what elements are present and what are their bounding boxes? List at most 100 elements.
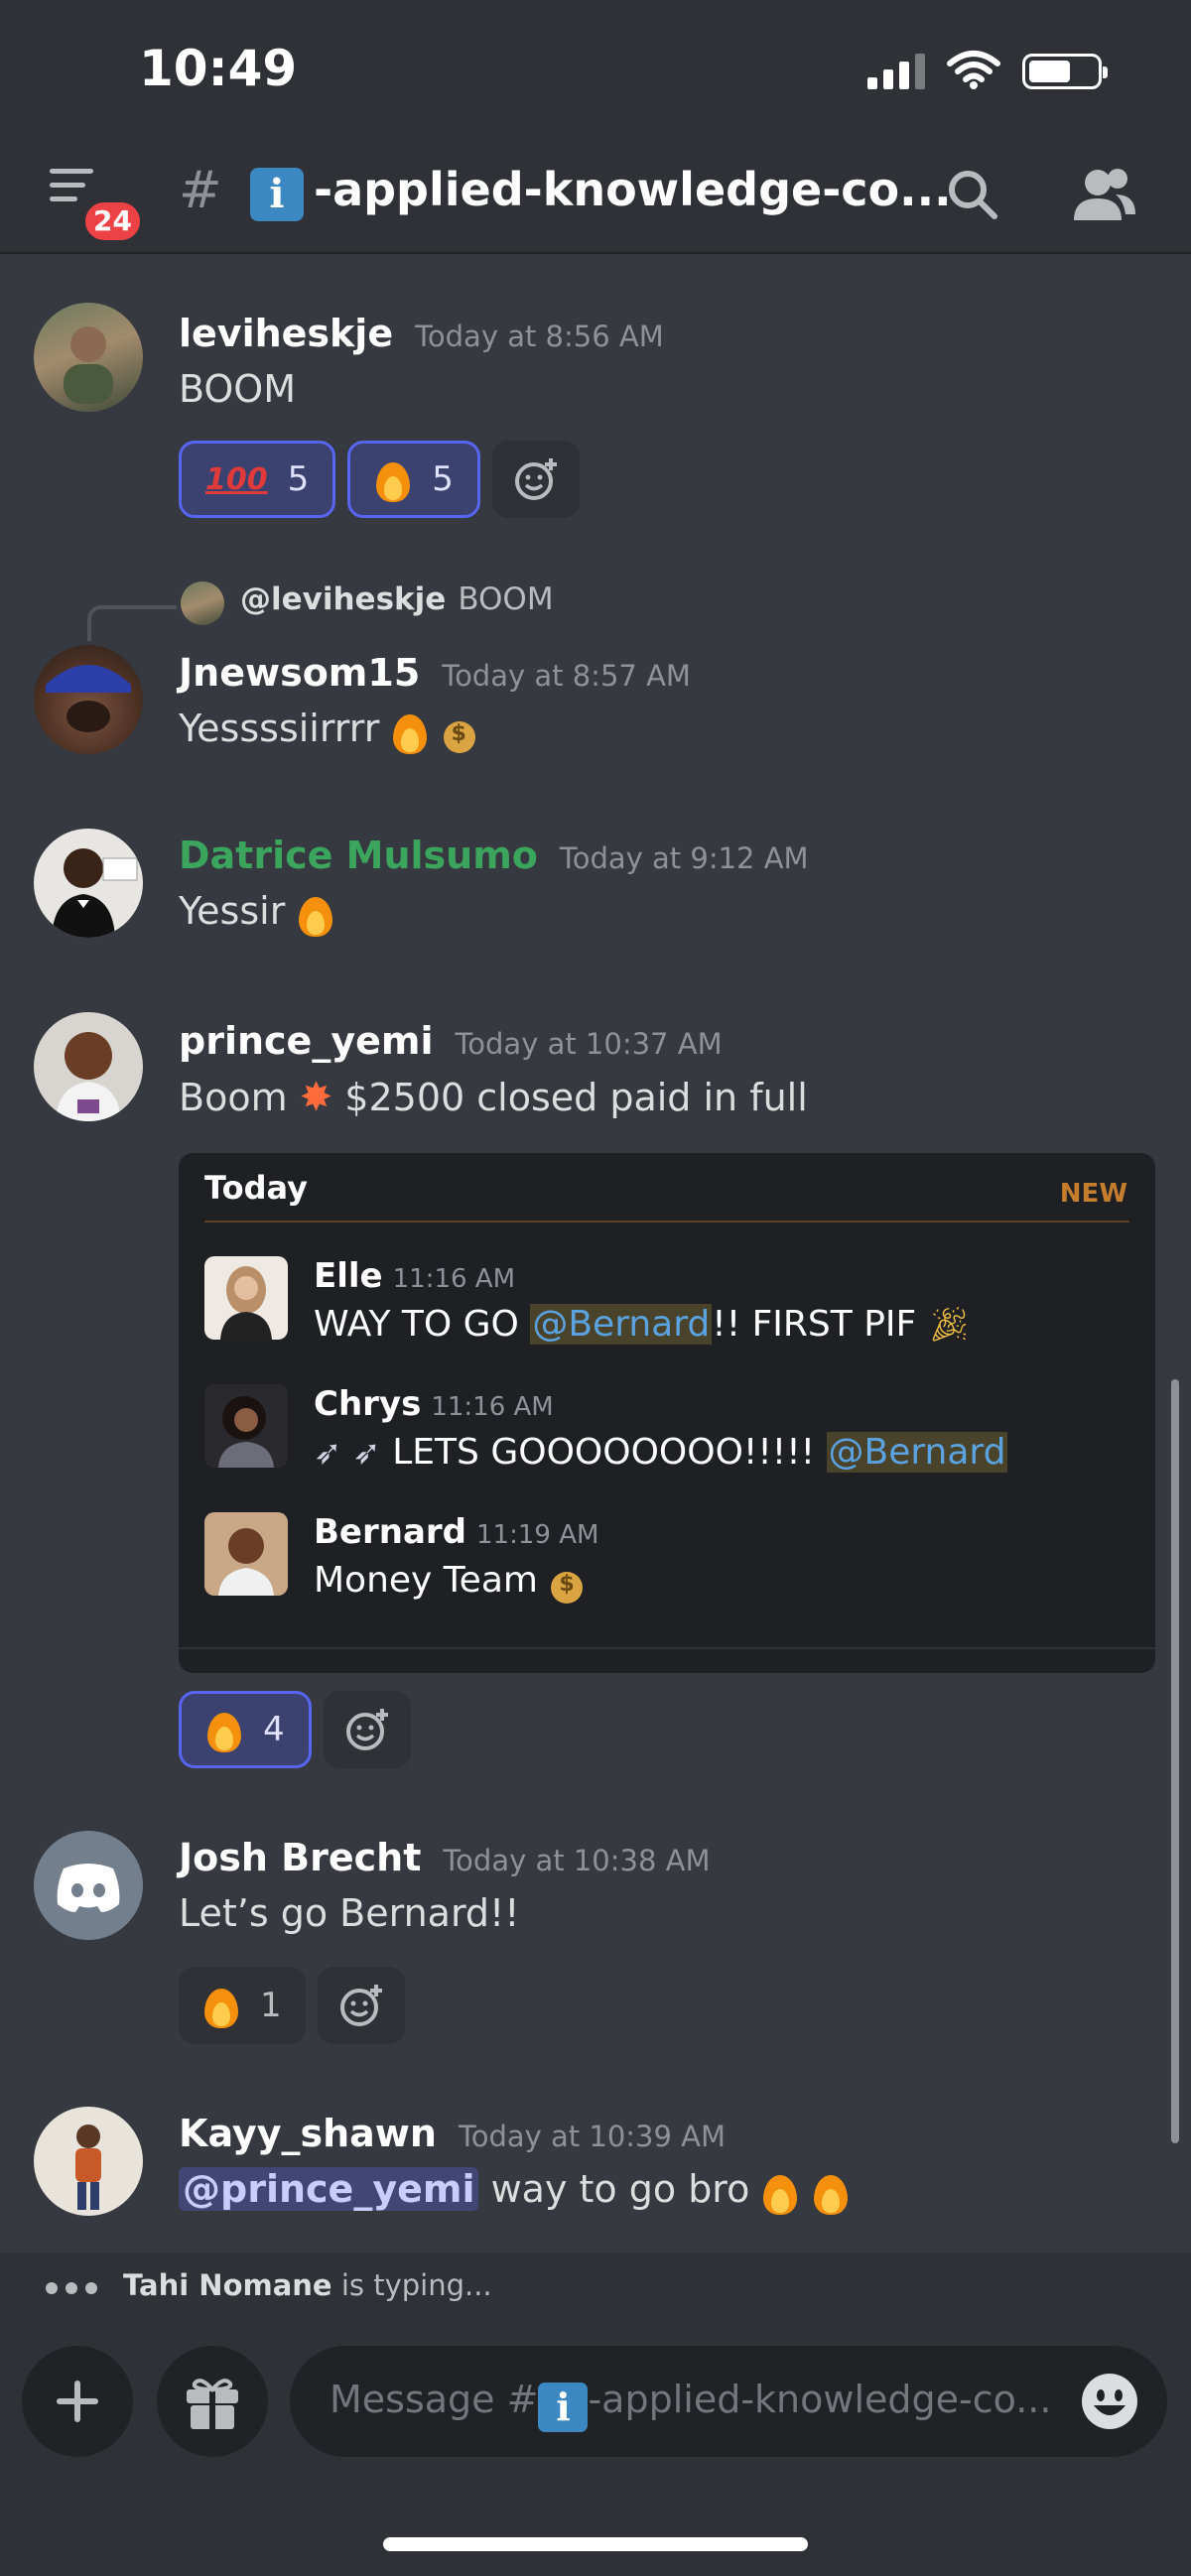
fire-icon xyxy=(761,2169,799,2215)
menu-button[interactable]: 24 xyxy=(50,169,144,244)
fire-icon xyxy=(297,891,334,937)
fire-icon xyxy=(202,1983,240,2028)
timestamp: Today at 8:56 AM xyxy=(415,320,664,353)
avatar xyxy=(204,1384,288,1468)
message-datrice[interactable]: Datrice Mulsumo Today at 9:12 AM Yessir xyxy=(0,824,1191,972)
fire-icon xyxy=(374,456,412,502)
unread-badge: 24 xyxy=(81,198,144,244)
message-jnewsom15[interactable]: @leviheskje BOOM Jnewsom15 Today at 8:57 A… xyxy=(0,576,1191,774)
add-reaction-button[interactable] xyxy=(323,1691,411,1768)
message-text: Yessssiirrrr xyxy=(179,707,477,754)
add-attachment-button[interactable] xyxy=(22,2346,133,2457)
add-reaction-button[interactable] xyxy=(491,441,580,518)
new-divider xyxy=(204,1221,1129,1223)
party-popper-icon: 🎉︎ xyxy=(927,1305,971,1345)
mention[interactable]: @prince_yemi xyxy=(179,2167,479,2211)
reaction-100[interactable]: 100 5 xyxy=(179,441,336,518)
status-time: 10:49 xyxy=(139,40,298,97)
author-name[interactable]: Jnewsom15 Today at 8:57 AM xyxy=(179,651,691,695)
channel-name[interactable]: -applied-knowledge-co... xyxy=(314,163,952,216)
channel-hash-icon: # xyxy=(179,161,222,220)
message-text: Let’s go Bernard!! xyxy=(179,1891,520,1935)
author-name[interactable]: Kayy_shawn Today at 10:39 AM xyxy=(179,2112,726,2155)
reaction-fire[interactable]: 1 xyxy=(179,1967,306,2044)
mention: @Bernard xyxy=(826,1432,1008,1473)
message-input[interactable]: Message # i -applied-knowledge-co... xyxy=(290,2346,1167,2457)
rocket-icon: ➶ ➶ xyxy=(314,1433,381,1473)
embed-message-chrys: Chrys 11:16 AM ➶ ➶ LETS GOOOOOOOO!!!!! @B… xyxy=(204,1384,1127,1493)
author-name: Bernard 11:19 AM xyxy=(314,1512,599,1552)
author-name[interactable]: Datrice Mulsumo Today at 9:12 AM xyxy=(179,834,809,877)
timestamp: Today at 10:39 AM xyxy=(458,2120,727,2153)
scrollbar[interactable] xyxy=(1171,1379,1179,2143)
author-name[interactable]: leviheskje Today at 8:56 AM xyxy=(179,312,664,355)
embedded-image[interactable]: Today NEW Elle 11:16 AM WAY TO GO @Bernar… xyxy=(179,1153,1155,1673)
add-reaction-icon xyxy=(339,1985,382,2026)
home-indicator[interactable] xyxy=(383,2537,808,2551)
mention: @Bernard xyxy=(530,1304,713,1345)
fire-icon xyxy=(391,708,429,754)
reply-preview[interactable]: @leviheskje BOOM xyxy=(240,581,554,617)
composer: Message # i -applied-knowledge-co... xyxy=(0,2322,1191,2576)
money-bag-icon xyxy=(549,1560,585,1604)
author-name: Chrys 11:16 AM xyxy=(314,1384,554,1424)
reactions: 1 xyxy=(179,1967,405,2044)
reaction-count: 4 xyxy=(263,1710,285,1749)
embed-date-header: Today xyxy=(204,1169,308,1207)
reactions: 100 5 5 xyxy=(179,441,580,518)
message-kayy-shawn[interactable]: Kayy_shawn Today at 10:39 AM @prince_yemi… xyxy=(0,2102,1191,2251)
message-text: @prince_yemi way to go bro xyxy=(179,2167,850,2215)
reaction-count: 5 xyxy=(432,459,454,499)
author-name[interactable]: Josh Brecht Today at 10:38 AM xyxy=(179,1836,710,1879)
avatar[interactable] xyxy=(34,1831,143,1940)
timestamp: Today at 9:12 AM xyxy=(559,841,809,875)
timestamp: Today at 10:37 AM xyxy=(455,1027,723,1061)
top-bar: 10:49 24 # i -applied-knowledge-co... xyxy=(0,0,1191,254)
new-label: NEW xyxy=(1059,1179,1127,1209)
avatar[interactable] xyxy=(34,303,143,412)
message-text: WAY TO GO @Bernard!! FIRST PIF 🎉︎ xyxy=(314,1304,971,1345)
message-placeholder: Message # i -applied-knowledge-co... xyxy=(330,2378,1051,2432)
avatar[interactable] xyxy=(34,829,143,938)
info-emoji-icon: i xyxy=(250,168,304,221)
reaction-count: 5 xyxy=(287,459,310,499)
typing-text: Tahi Nomane is typing... xyxy=(123,2268,492,2302)
timestamp: Today at 8:57 AM xyxy=(442,659,691,693)
message-text: BOOM xyxy=(179,367,297,411)
fire-icon xyxy=(205,1707,243,1752)
plus-icon xyxy=(57,2381,98,2422)
channel-header: 24 # i -applied-knowledge-co... xyxy=(0,149,1191,244)
embed-message-bernard: Bernard 11:19 AM Money Team xyxy=(204,1512,1127,1621)
add-reaction-button[interactable] xyxy=(317,1967,405,2044)
hundred-points-icon: 100 xyxy=(205,461,268,497)
avatar[interactable] xyxy=(34,1012,143,1121)
fire-icon xyxy=(812,2169,850,2215)
avatar[interactable] xyxy=(34,2107,143,2216)
emoji-picker-icon[interactable] xyxy=(1080,2372,1139,2431)
status-icons xyxy=(867,50,1108,89)
reaction-count: 1 xyxy=(260,1986,282,2025)
wifi-icon xyxy=(947,51,1000,89)
reaction-fire[interactable]: 5 xyxy=(347,441,480,518)
author-name: Elle 11:16 AM xyxy=(314,1256,516,1296)
members-icon[interactable] xyxy=(1072,165,1137,224)
author-name[interactable]: prince_yemi Today at 10:37 AM xyxy=(179,1019,723,1063)
avatar xyxy=(204,1512,288,1596)
avatar[interactable] xyxy=(34,645,143,754)
reactions: 4 xyxy=(179,1691,411,1768)
battery-icon xyxy=(1022,54,1108,89)
reply-avatar xyxy=(181,581,224,625)
message-leviheskje[interactable]: leviheskje Today at 8:56 AM BOOM 100 5 5 xyxy=(0,298,1191,536)
reaction-fire[interactable]: 4 xyxy=(179,1691,312,1768)
search-icon[interactable] xyxy=(945,167,1000,222)
timestamp: Today at 10:38 AM xyxy=(443,1844,711,1877)
gift-button[interactable] xyxy=(157,2346,268,2457)
reply-connector xyxy=(87,605,177,641)
typing-dots-icon xyxy=(46,2282,97,2294)
collision-icon: ✸ xyxy=(299,1075,333,1120)
typing-indicator: Tahi Nomane is typing... xyxy=(0,2253,1191,2322)
message-josh-brecht[interactable]: Josh Brecht Today at 10:38 AM Let’s go Be… xyxy=(0,1826,1191,2054)
message-prince-yemi[interactable]: prince_yemi Today at 10:37 AM Boom ✸ $250… xyxy=(0,1007,1191,1146)
add-reaction-icon xyxy=(345,1709,388,1750)
message-text: ➶ ➶ LETS GOOOOOOOO!!!!! @Bernard xyxy=(314,1432,1008,1473)
